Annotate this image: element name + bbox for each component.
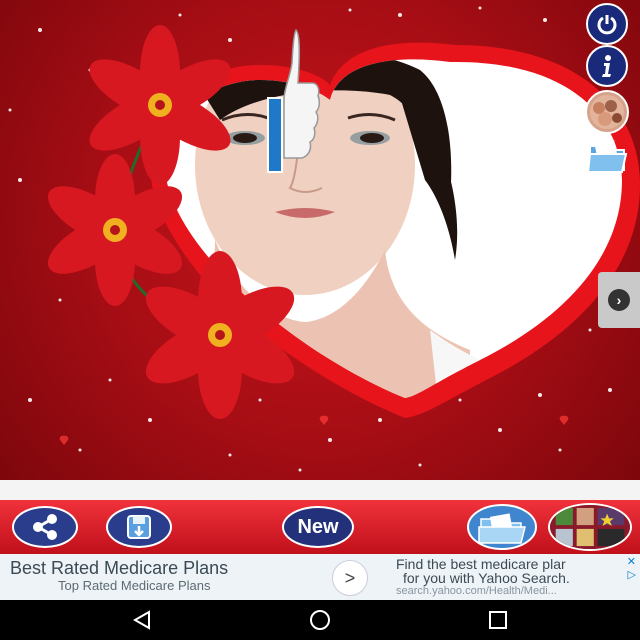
folder-icon — [586, 140, 628, 173]
home-icon — [310, 610, 330, 630]
adchoices-icon[interactable]: ▷ — [628, 568, 636, 581]
next-button[interactable]: › — [598, 272, 640, 328]
ad-description-line2[interactable]: for you with Yahoo Search. — [403, 570, 570, 586]
share-icon — [33, 514, 57, 540]
folder-button[interactable] — [586, 134, 630, 178]
flower-bottom — [145, 251, 295, 419]
back-icon — [132, 610, 150, 630]
info-icon — [602, 55, 611, 77]
gallery-icon — [467, 504, 537, 550]
thumbs-up-sticker[interactable] — [262, 28, 322, 176]
save-button[interactable] — [106, 506, 172, 548]
chevron-right-icon: > — [344, 567, 356, 588]
ad-close-icon[interactable]: ✕ — [627, 555, 636, 568]
collage-icon — [590, 95, 624, 129]
new-button[interactable]: New — [282, 506, 354, 548]
home-button[interactable] — [300, 608, 340, 632]
ad-url[interactable]: search.yahoo.com/Health/Medi... — [396, 585, 557, 597]
ad-open-button[interactable]: > — [332, 560, 368, 596]
collage-button[interactable] — [585, 90, 629, 134]
gallery-button[interactable] — [466, 504, 538, 550]
back-button[interactable] — [122, 608, 162, 632]
ad-banner[interactable]: Best Rated Medicare Plans Top Rated Medi… — [0, 554, 640, 600]
save-icon — [127, 515, 151, 539]
photo-canvas[interactable]: › — [0, 0, 640, 480]
frames-icon — [550, 505, 630, 549]
system-navbar — [0, 600, 640, 640]
ad-title[interactable]: Best Rated Medicare Plans — [10, 558, 228, 579]
bottom-toolbar: New — [0, 500, 640, 554]
power-icon — [597, 15, 617, 35]
power-button[interactable] — [586, 3, 628, 45]
frames-button[interactable] — [548, 503, 632, 551]
recents-button[interactable] — [478, 608, 518, 632]
chevron-right-icon: › — [608, 289, 630, 311]
ad-subtitle[interactable]: Top Rated Medicare Plans — [58, 578, 210, 593]
recents-icon — [489, 611, 507, 629]
share-button[interactable] — [12, 506, 78, 548]
info-button[interactable] — [586, 45, 628, 87]
divider-strip — [0, 480, 640, 500]
